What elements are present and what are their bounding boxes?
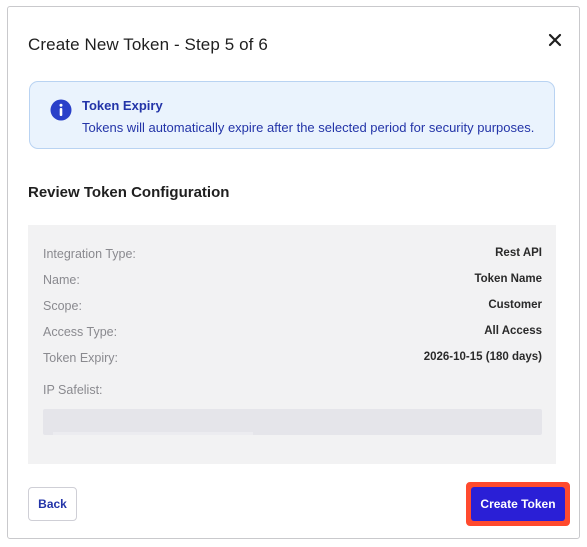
ip-safelist-label: IP Safelist: <box>43 383 103 397</box>
token-expiry-banner: Token Expiry Tokens will automatically e… <box>29 81 555 149</box>
close-icon <box>548 33 562 47</box>
ip-safelist-underline <box>53 432 253 435</box>
banner-title: Token Expiry <box>82 98 163 113</box>
close-button[interactable] <box>542 27 568 53</box>
ip-safelist-field <box>43 409 542 435</box>
row-label: Name: <box>43 273 80 287</box>
create-token-button[interactable]: Create Token <box>471 487 565 521</box>
row-value: Rest API <box>495 247 542 259</box>
row-label: Access Type: <box>43 325 118 339</box>
row-value: Token Name <box>474 273 542 285</box>
row-value: 2026-10-15 (180 days) <box>423 351 542 363</box>
row-value: Customer <box>488 299 542 311</box>
review-panel: Integration Type: Rest API Name: Token N… <box>28 225 556 464</box>
row-label: Scope: <box>43 299 82 313</box>
create-token-dialog: Create New Token - Step 5 of 6 Token Exp… <box>7 6 580 539</box>
dialog-title: Create New Token - Step 5 of 6 <box>28 35 268 54</box>
review-row-scope: Scope: Customer <box>43 299 542 317</box>
create-token-highlight: Create Token <box>466 482 570 526</box>
banner-text: Tokens will automatically expire after t… <box>82 120 535 135</box>
review-row-access-type: Access Type: All Access <box>43 325 542 343</box>
back-button[interactable]: Back <box>28 487 77 521</box>
row-value: All Access <box>484 325 542 337</box>
review-row-name: Name: Token Name <box>43 273 542 291</box>
row-label: Integration Type: <box>43 247 136 261</box>
review-row-token-expiry: Token Expiry: 2026-10-15 (180 days) <box>43 351 542 369</box>
review-section-title: Review Token Configuration <box>28 184 230 201</box>
review-row-integration-type: Integration Type: Rest API <box>43 247 542 265</box>
row-label: Token Expiry: <box>43 351 119 365</box>
info-icon <box>50 99 72 121</box>
